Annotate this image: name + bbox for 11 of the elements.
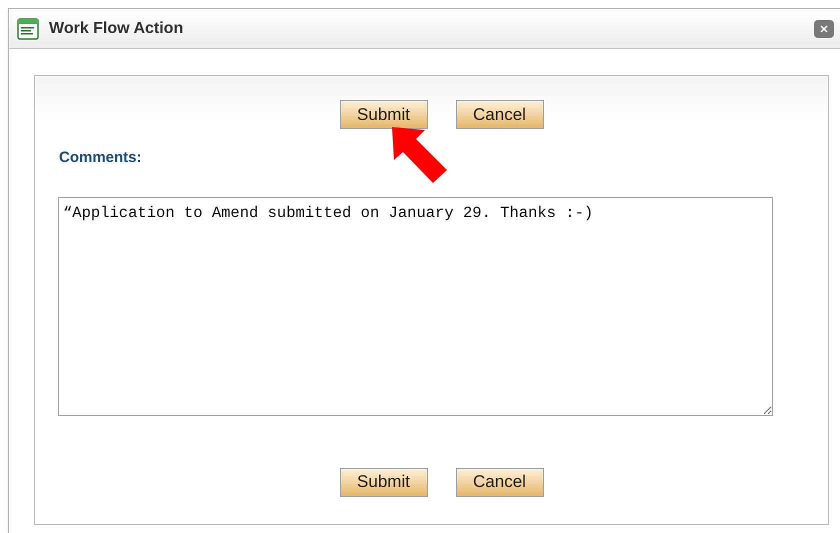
submit-button[interactable]: Submit (340, 100, 428, 129)
window-icon (17, 18, 39, 40)
cancel-button[interactable]: Cancel (456, 100, 544, 129)
submit-button[interactable]: Submit (340, 468, 428, 496)
comments-label: Comments: (59, 148, 142, 168)
cancel-button[interactable]: Cancel (456, 468, 544, 496)
close-icon (820, 24, 828, 32)
window-title: Work Flow Action (49, 18, 184, 38)
comments-field[interactable]: “Application to Amend submitted on January 29. Thanks :-) (58, 196, 773, 416)
pointer-arrow (389, 124, 449, 186)
close-button[interactable] (814, 20, 834, 38)
